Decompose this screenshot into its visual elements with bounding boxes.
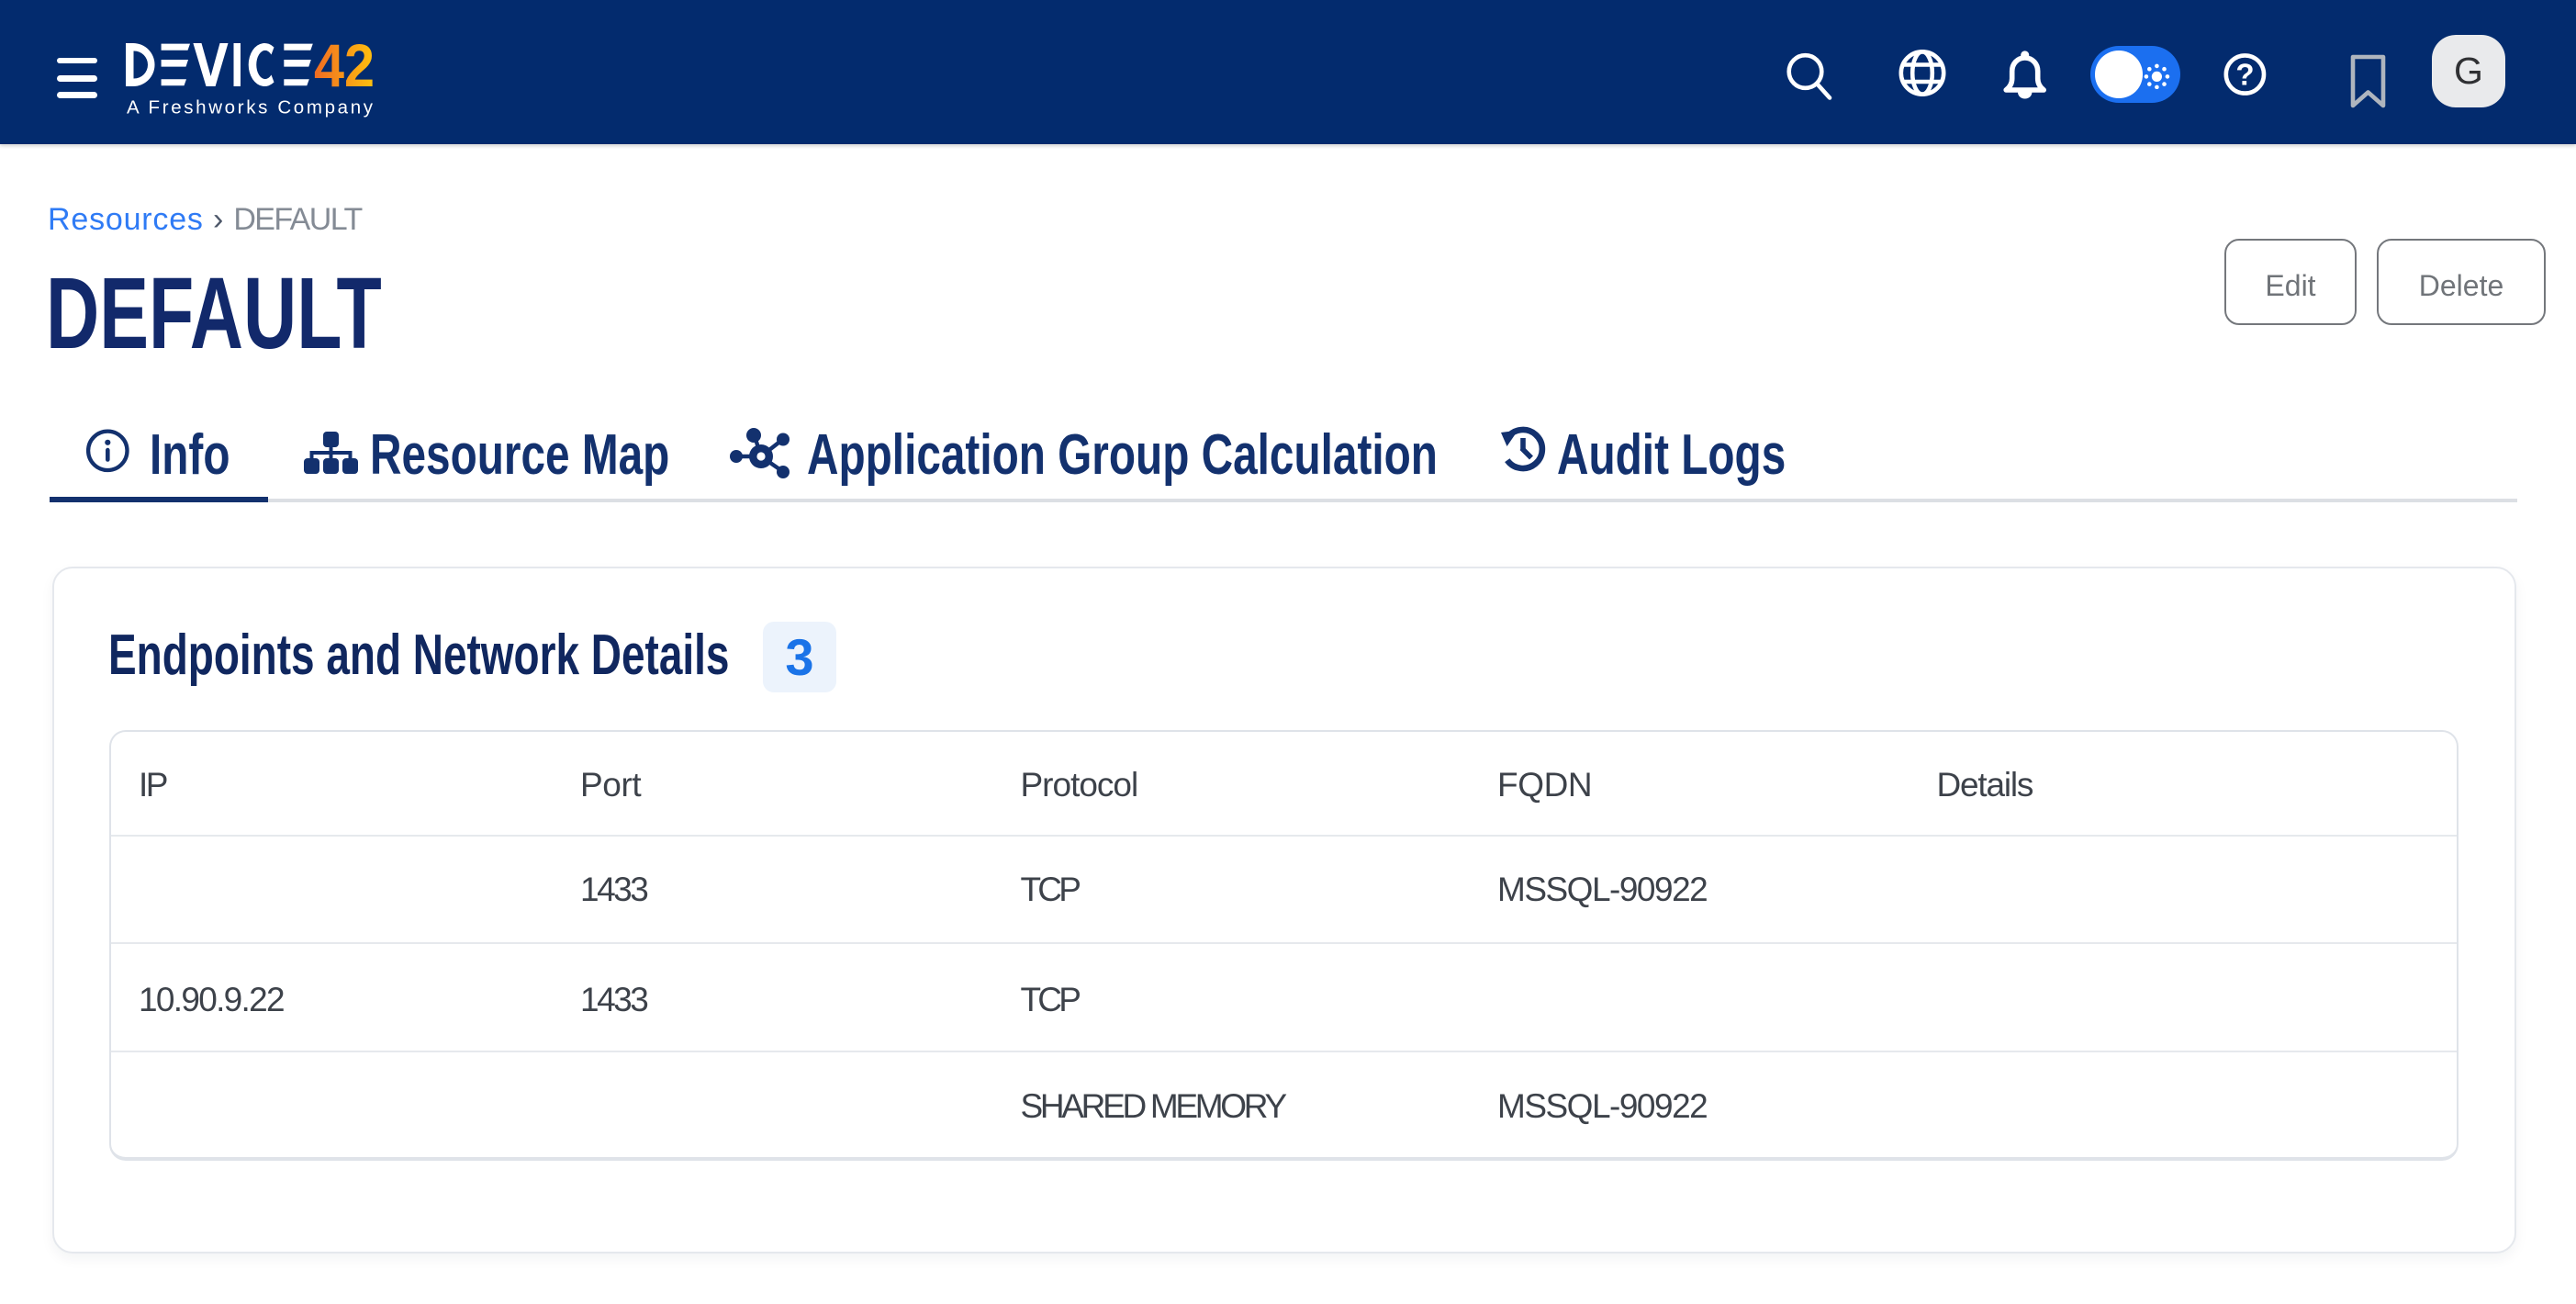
svg-text:?: ? <box>2235 58 2254 92</box>
svg-text:42: 42 <box>314 37 375 99</box>
svg-text:A Freshworks Company: A Freshworks Company <box>127 97 374 118</box>
